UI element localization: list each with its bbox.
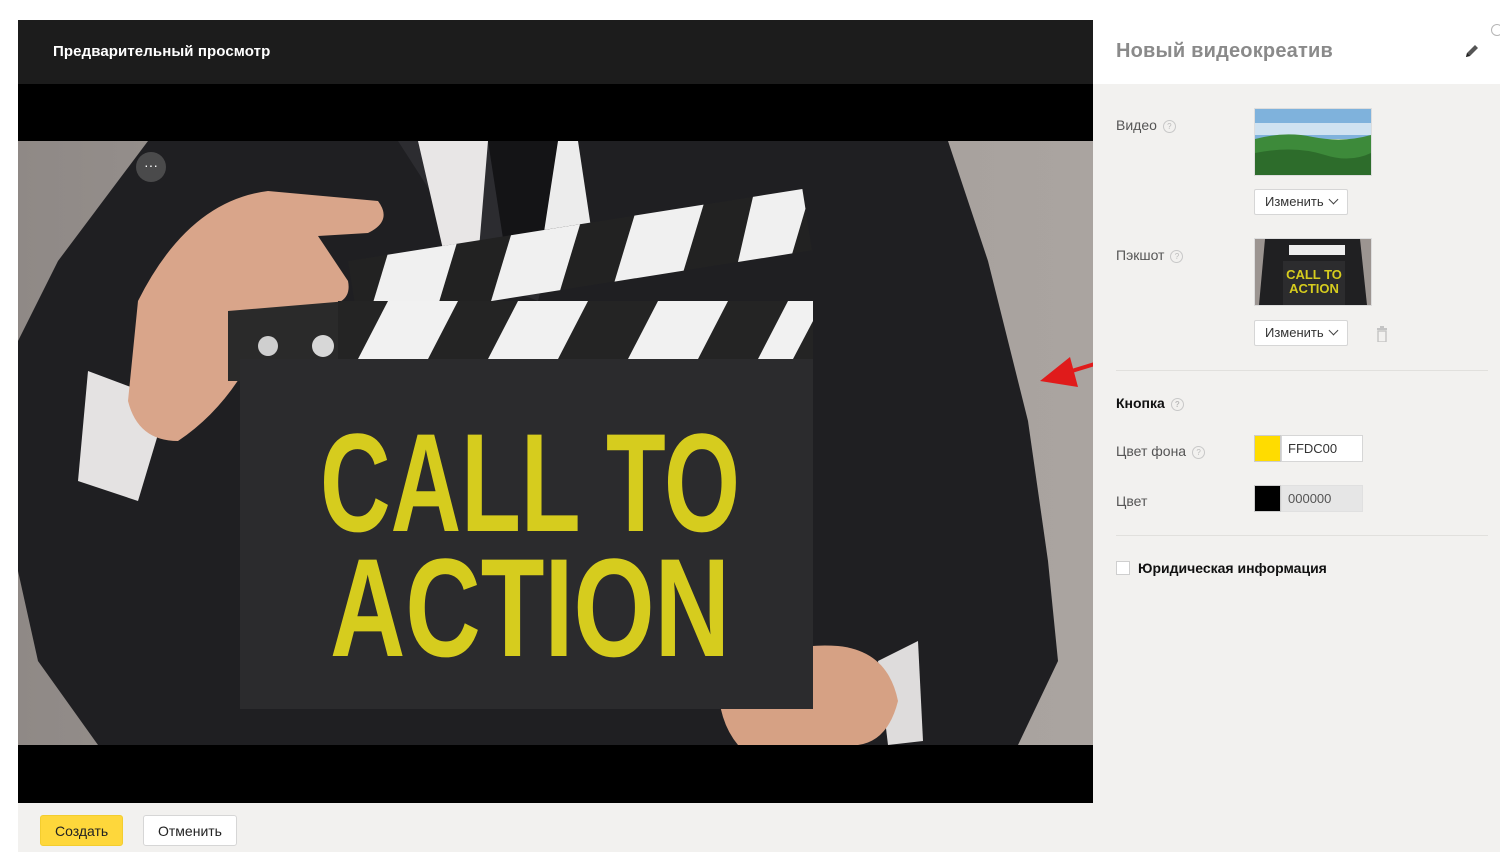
preview-area: Предварительный просмотр CALL TO ACTION …: [18, 20, 1093, 803]
help-icon[interactable]: ?: [1170, 250, 1184, 263]
panel-header: Новый видеокреатив: [1093, 20, 1500, 84]
more-options-button[interactable]: ···: [136, 152, 166, 182]
pencil-icon[interactable]: [1463, 42, 1481, 60]
help-icon[interactable]: ?: [1170, 398, 1184, 411]
legal-info-checkbox[interactable]: [1116, 561, 1130, 575]
button-section-label: Кнопка?: [1116, 395, 1184, 411]
cancel-button[interactable]: Отменить: [143, 815, 237, 846]
packshot-label: Пэкшот?: [1116, 247, 1184, 263]
bg-color-swatch[interactable]: [1254, 435, 1281, 462]
legal-info-label[interactable]: Юридическая информация: [1138, 560, 1327, 576]
video-creative-editor: Предварительный просмотр CALL TO ACTION …: [18, 20, 1500, 852]
video-label: Видео?: [1116, 117, 1176, 133]
video-thumbnail: [1254, 108, 1372, 176]
bg-color-label: Цвет фона?: [1116, 443, 1206, 459]
help-icon[interactable]: ?: [1192, 446, 1206, 459]
preview-header: Предварительный просмотр: [18, 20, 1093, 84]
help-icon[interactable]: ?: [1162, 120, 1176, 133]
packshot-thumb-text-line1: CALL TO: [1286, 267, 1342, 282]
chevron-down-icon: [1328, 194, 1339, 205]
create-button[interactable]: Создать: [40, 815, 124, 846]
bg-color-input[interactable]: [1281, 435, 1363, 462]
close-icon[interactable]: [1491, 24, 1500, 36]
packshot-thumbnail: CALL TO ACTION: [1254, 238, 1372, 306]
preview-image: CALL TO ACTION: [18, 141, 1093, 745]
text-color-swatch[interactable]: [1254, 485, 1281, 512]
preview-player[interactable]: CALL TO ACTION: [18, 84, 1093, 803]
trash-icon[interactable]: [1376, 326, 1388, 342]
video-change-button[interactable]: Изменить: [1254, 189, 1348, 215]
more-icon: ···: [144, 157, 158, 173]
settings-panel: Новый видеокреатив Видео? Изменить Пэкшо…: [1093, 20, 1500, 803]
divider: [1116, 370, 1488, 371]
chevron-down-icon: [1328, 325, 1339, 336]
text-color-label: Цвет: [1116, 493, 1148, 509]
panel-title: Новый видеокреатив: [1116, 40, 1333, 62]
clapper-text-line2: ACTION: [330, 529, 730, 686]
preview-title: Предварительный просмотр: [53, 43, 271, 60]
text-color-input[interactable]: [1281, 485, 1363, 512]
footer: Создать Отменить: [18, 803, 1500, 852]
packshot-change-button[interactable]: Изменить: [1254, 320, 1348, 346]
divider: [1116, 535, 1488, 536]
packshot-thumb-text-line2: ACTION: [1289, 281, 1339, 296]
